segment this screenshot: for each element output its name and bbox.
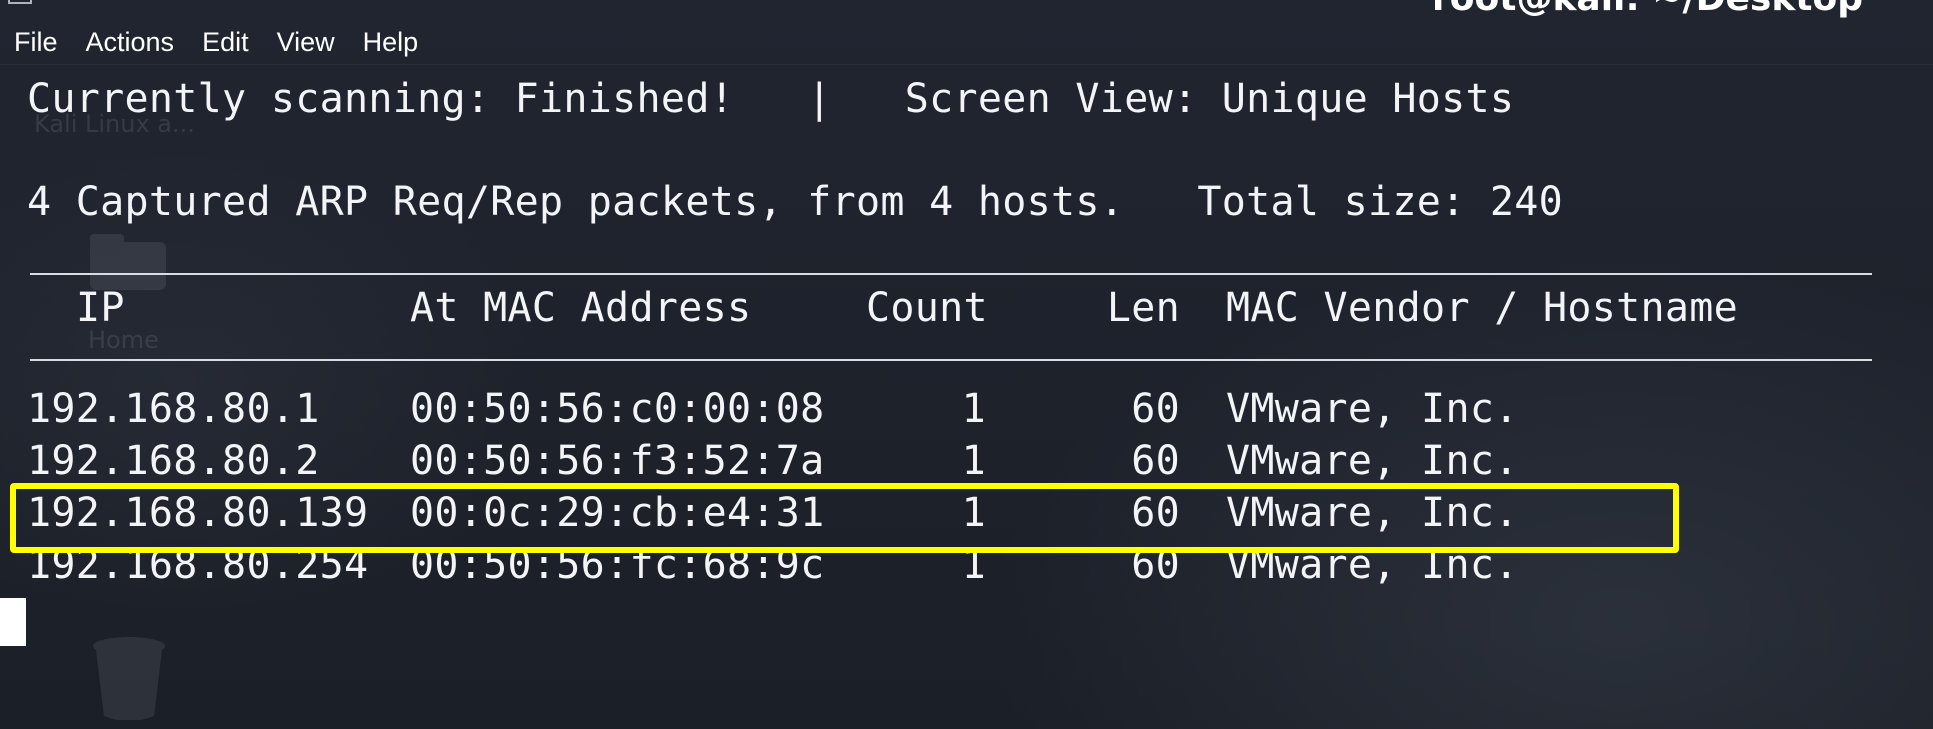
menu-file[interactable]: File (0, 27, 72, 58)
menu-actions[interactable]: Actions (72, 27, 189, 58)
row-vendor: VMware, Inc. (1226, 438, 1519, 484)
row-len: 60 (1131, 438, 1180, 484)
header-len: Len (1106, 285, 1180, 331)
row-mac: 00:50:56:c0:00:08 (410, 386, 825, 432)
capture-summary-line: 4 Captured ARP Req/Rep packets, from 4 h… (27, 179, 1564, 225)
scanning-status-line: Currently scanning: Finished! | Screen V… (27, 76, 1515, 122)
menu-edit[interactable]: Edit (188, 27, 263, 58)
table-header-rule (30, 359, 1872, 361)
row-len: 60 (1131, 386, 1180, 432)
menu-view[interactable]: View (263, 27, 349, 58)
row-count: 1 (961, 438, 986, 484)
header-ip: IP (76, 285, 125, 331)
header-vendor: MAC Vendor / Hostname (1226, 285, 1739, 331)
menu-divider (0, 64, 1933, 65)
row-mac: 00:50:56:f3:52:7a (410, 438, 825, 484)
row-ip: 192.168.80.2 (27, 438, 320, 484)
header-mac: At MAC Address (410, 285, 752, 331)
menu-help[interactable]: Help (349, 27, 433, 58)
row-ip: 192.168.80.1 (27, 386, 320, 432)
table-top-rule (30, 273, 1872, 275)
menu-bar: File Actions Edit View Help (0, 20, 1933, 64)
highlight-annotation-box (10, 483, 1679, 553)
terminal-window-icon (8, 0, 32, 4)
header-count: Count (866, 285, 988, 331)
terminal-output[interactable]: Currently scanning: Finished! | Screen V… (0, 66, 1933, 729)
row-vendor: VMware, Inc. (1226, 386, 1519, 432)
terminal-cursor (0, 598, 26, 646)
row-count: 1 (961, 386, 986, 432)
window-title: root@kali: ~/Desktop (1432, 0, 1863, 19)
